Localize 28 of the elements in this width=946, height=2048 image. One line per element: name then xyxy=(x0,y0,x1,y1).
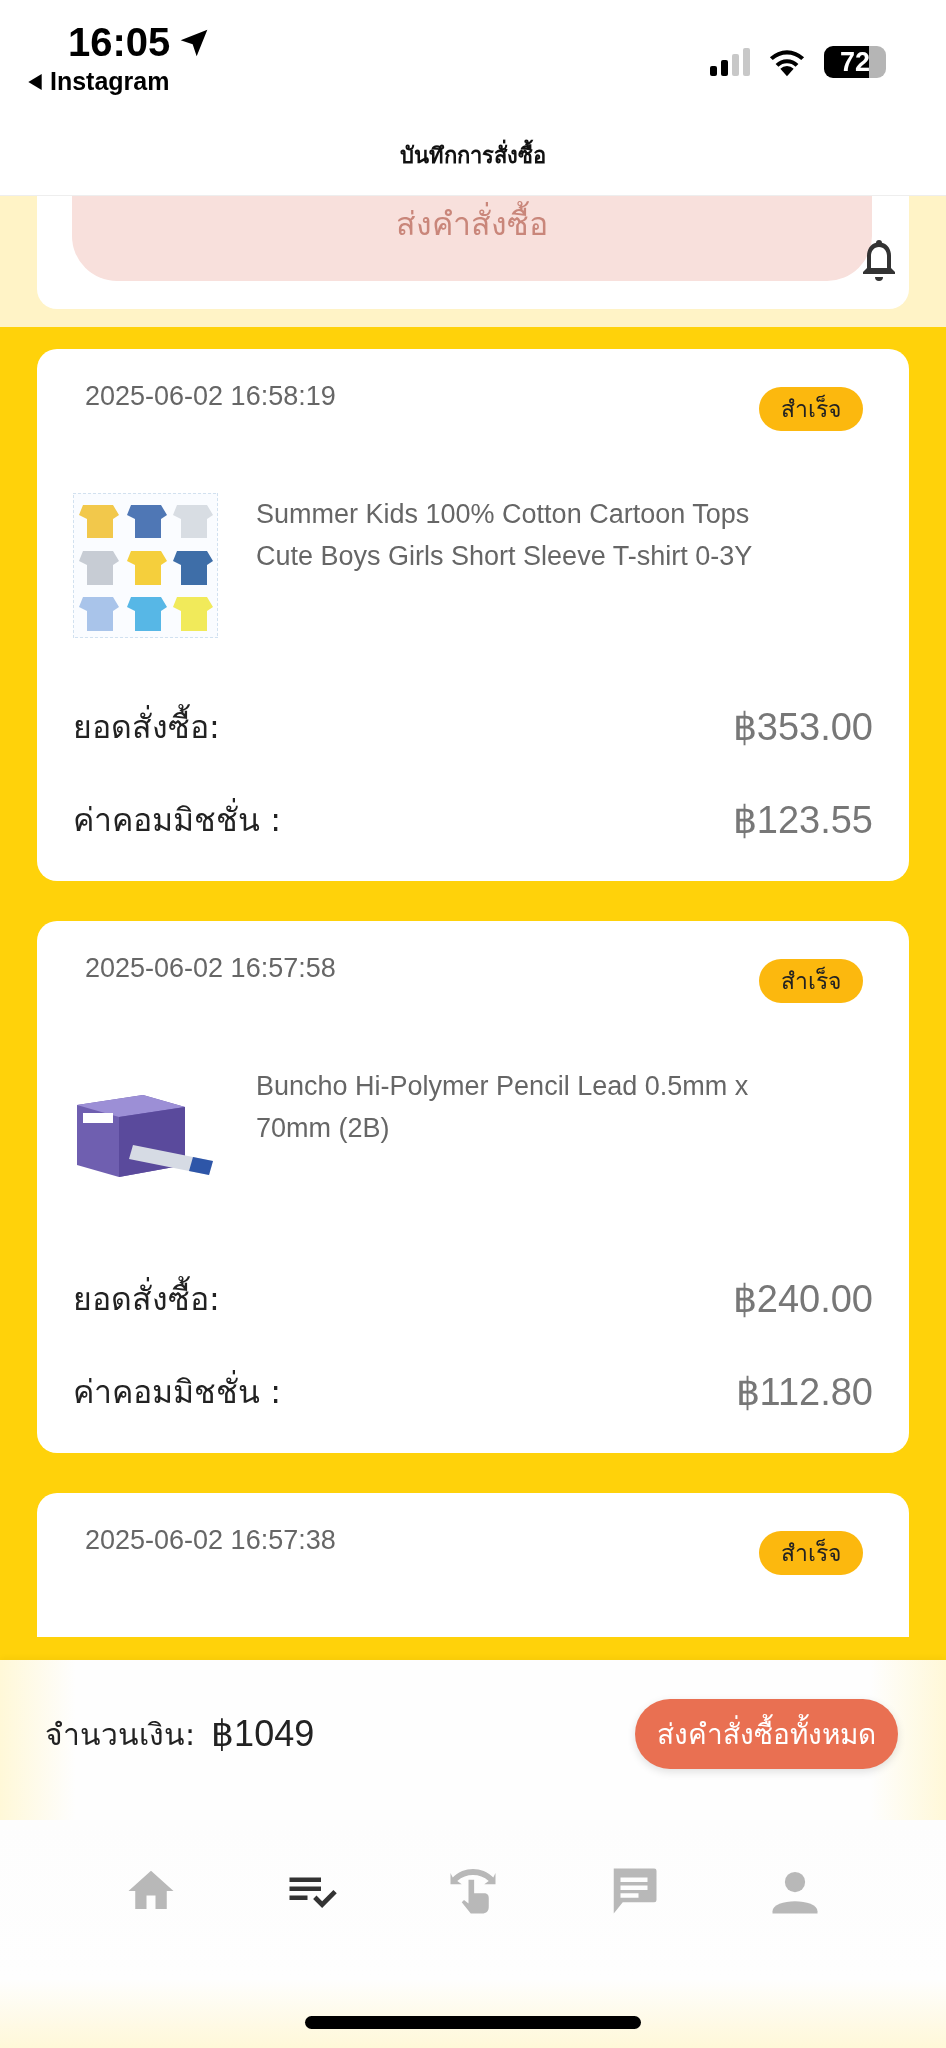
back-triangle-icon[interactable] xyxy=(28,73,42,90)
order-amount: ฿240.00 xyxy=(732,1276,873,1321)
product-name: Buncho Hi-Polymer Pencil Lead 0.5mm x 70mm (2B) xyxy=(256,1070,750,1145)
status-badge: สำเร็จ xyxy=(759,387,863,431)
battery-icon: 72 xyxy=(824,46,886,78)
commission-label: ค่าคอมมิชชั่น : xyxy=(73,794,281,845)
status-badge: สำเร็จ xyxy=(759,1531,863,1575)
order-date: 2025-06-02 16:58:19 xyxy=(85,380,336,412)
order-amount: ฿353.00 xyxy=(732,704,873,749)
status-badge: สำเร็จ xyxy=(759,959,863,1003)
order-amount-label: ยอดสั่งซื้อ: xyxy=(73,701,220,752)
commission-amount: ฿123.55 xyxy=(732,797,873,842)
page-title: บันทึกการสั่งซื้อ xyxy=(400,137,546,173)
back-link[interactable]: Instagram xyxy=(50,67,170,96)
wifi-icon xyxy=(768,47,806,77)
product-name: Summer Kids 100% Cotton Cartoon Tops Cute Boys Girls Short Sleeve T-shirt 0-3Y xyxy=(256,498,754,573)
signal-icon xyxy=(710,48,750,76)
order-card[interactable]: 2025-06-02 16:58:19 สำเร็จ Summer Kids 100% Cotton Cartoon Tops Cute Boys Girls Short Sleeve T-shirt 0-3Y ยอดสั่งซื้อ: ฿353.00 ค่าคอมมิชชั่น : ฿123.55 xyxy=(37,349,909,881)
order-date: 2025-06-02 16:57:38 xyxy=(85,1524,336,1556)
order-amount-label: ยอดสั่งซื้อ: xyxy=(73,1273,220,1324)
total-amount: ฿1049 xyxy=(211,1713,315,1755)
commission-label: ค่าคอมมิชชั่น : xyxy=(73,1366,281,1417)
order-card[interactable]: 2025-06-02 16:57:58 สำเร็จ Buncho Hi-Polymer Pencil Lead 0.5mm x 70mm (2B) ยอดสั่งซื้อ: ฿240.00 ค่าคอมมิชชั่น : ฿112.80 xyxy=(37,921,909,1453)
status-time: 16:05 xyxy=(68,20,171,65)
order-date: 2025-06-02 16:57:58 xyxy=(85,952,336,984)
order-card[interactable]: 2025-06-02 16:57:38 สำเร็จ xyxy=(37,1493,909,1637)
commission-amount: ฿112.80 xyxy=(735,1369,873,1414)
total-label: จำนวนเงิน: xyxy=(45,1715,196,1754)
